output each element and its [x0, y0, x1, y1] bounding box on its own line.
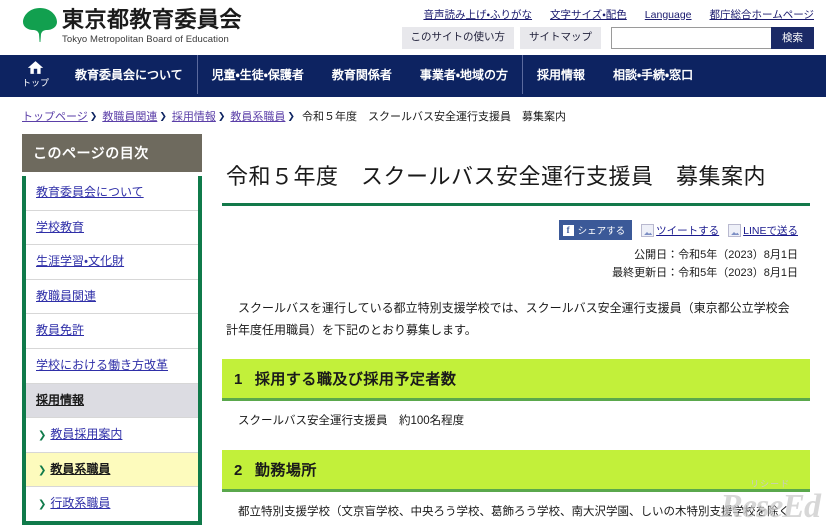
breadcrumb-separator-icon: ❯: [89, 110, 98, 121]
section-title: 採用する職及び採用予定者数: [254, 371, 457, 389]
sidebar-item-label[interactable]: 教育委員会について: [36, 185, 144, 199]
sidebar-item-label[interactable]: 学校における働き方改革: [36, 358, 168, 372]
updated-date: 最終更新日：令和5年（2023）8月1日: [612, 267, 798, 280]
sidebar-item-admin-staff[interactable]: ❯ 行政系職員: [26, 487, 198, 521]
sidebar-item-staff-related[interactable]: 教職員関連: [26, 279, 198, 315]
sidebar-item-work-style-reform[interactable]: 学校における働き方改革: [26, 348, 198, 384]
chevron-right-icon: ❯: [38, 499, 47, 511]
sidebar: このページの目次 教育委員会について 学校教育 生涯学習・文化財 教職員関連 教…: [22, 134, 202, 525]
how-to-use-button[interactable]: このサイトの使い方: [401, 27, 514, 49]
facebook-share-button[interactable]: f シェアする: [558, 220, 633, 241]
gnav-item-business[interactable]: 事業者・地域の方: [406, 55, 522, 94]
share-buttons: f シェアする ツイートする LINEで送る: [222, 220, 810, 241]
sidebar-menu: 教育委員会について 学校教育 生涯学習・文化財 教職員関連 教員免許 学校におけ…: [22, 176, 202, 525]
gnav-item-students[interactable]: 児童・生徒・保護者: [196, 55, 318, 94]
utility-link-metro-home[interactable]: 都庁総合ホームページ: [710, 7, 814, 22]
sidebar-item-teacher-staff[interactable]: ❯ 教員系職員: [26, 452, 198, 488]
section-heading-2: 2 勤務場所: [222, 449, 810, 492]
sitemap-button[interactable]: サイトマップ: [520, 27, 601, 49]
sidebar-item-label[interactable]: 行政系職員: [50, 496, 110, 510]
twitter-share-label: ツイートする: [656, 224, 720, 237]
content-layout: このページの目次 教育委員会について 学校教育 生涯学習・文化財 教職員関連 教…: [0, 134, 826, 525]
section-body-2: 都立特別支援学校（文京盲学校、中央ろう学校、葛飾ろう学校、南大沢学園、しいの木特…: [238, 505, 790, 518]
gnav-spacer: [707, 55, 826, 94]
line-share-button[interactable]: LINEで送る: [728, 223, 798, 238]
green-leaf-logo-icon: [22, 6, 58, 44]
sidebar-item-label[interactable]: 教員系職員: [50, 462, 110, 476]
main-content: 令和５年度 スクールバス安全運行支援員 募集案内 f シェアする ツイートする …: [202, 134, 810, 522]
logo-title-jp: 東京都教育委員会: [62, 7, 243, 32]
search-group: 検索: [611, 27, 814, 49]
section-number: 2: [234, 461, 243, 479]
gnav-item-consult[interactable]: 相談・手続・窓口: [599, 55, 707, 94]
section-body-1: スクールバス安全運行支援員 約100名程度: [238, 415, 465, 428]
site-header: 東京都教育委員会 Tokyo Metropolitan Board of Edu…: [0, 0, 826, 55]
chevron-right-icon: ❯: [38, 464, 47, 476]
home-icon: [27, 60, 44, 75]
gnav-item-about[interactable]: 教育委員会について: [61, 55, 197, 94]
utility-link-voice[interactable]: 音声読み上げ・ふりがな: [423, 7, 532, 22]
sidebar-heading: このページの目次: [22, 134, 202, 172]
utility-links: 音声読み上げ・ふりがな 文字サイズ・配色 Language 都庁総合ホームページ: [423, 7, 814, 22]
breadcrumb-separator-icon: ❯: [159, 110, 167, 121]
utility-actions: このサイトの使い方 サイトマップ 検索: [401, 27, 814, 49]
page-title: 令和５年度 スクールバス安全運行支援員 募集案内: [222, 149, 810, 206]
gnav-top-label: トップ: [22, 78, 50, 88]
gnav-item-recruit[interactable]: 採用情報: [521, 55, 599, 94]
utility-link-language[interactable]: Language: [645, 9, 692, 21]
sidebar-item-label[interactable]: 学校教育: [36, 220, 84, 234]
search-button[interactable]: 検索: [771, 27, 814, 49]
line-icon: [728, 223, 742, 237]
twitter-share-button[interactable]: ツイートする: [641, 223, 719, 238]
breadcrumb-link-recruit[interactable]: 採用情報: [172, 108, 216, 124]
sidebar-item-about[interactable]: 教育委員会について: [26, 176, 198, 211]
sidebar-item-label[interactable]: 教職員関連: [36, 289, 96, 303]
line-share-label: LINEで送る: [743, 224, 798, 237]
sidebar-item-school-education[interactable]: 学校教育: [26, 210, 198, 246]
search-input[interactable]: [611, 27, 771, 49]
facebook-share-label: シェアする: [577, 226, 626, 238]
sidebar-item-teacher-recruit-guide[interactable]: ❯ 教員採用案内: [26, 418, 198, 453]
twitter-icon: [641, 223, 655, 237]
breadcrumb-current: 令和５年度 スクールバス安全運行支援員 募集案内: [301, 111, 566, 123]
global-navigation: トップ 教育委員会について 児童・生徒・保護者 教育関係者 事業者・地域の方 採…: [0, 55, 826, 97]
logo-text-block: 東京都教育委員会 Tokyo Metropolitan Board of Edu…: [62, 6, 242, 45]
date-info: 公開日：令和5年（2023）8月1日 最終更新日：令和5年（2023）8月1日: [222, 247, 810, 282]
section-heading-1: 1 採用する職及び採用予定者数: [222, 359, 810, 402]
site-logo[interactable]: 東京都教育委員会 Tokyo Metropolitan Board of Edu…: [22, 6, 242, 45]
sidebar-item-teacher-license[interactable]: 教員免許: [26, 314, 198, 349]
breadcrumb: トップページ ❯ 教職員関連 ❯ 採用情報 ❯ 教員系職員 ❯ 令和５年度 スク…: [0, 97, 826, 134]
section-number: 1: [234, 371, 243, 389]
published-date: 公開日：令和5年（2023）8月1日: [634, 249, 798, 262]
section-title: 勤務場所: [254, 461, 317, 479]
breadcrumb-link-teacher-staff[interactable]: 教員系職員: [230, 108, 285, 124]
sidebar-item-label[interactable]: 教員採用案内: [50, 427, 122, 441]
page-root: 東京都教育委員会 Tokyo Metropolitan Board of Edu…: [0, 0, 826, 526]
sidebar-item-label[interactable]: 生涯学習・文化財: [36, 254, 124, 268]
breadcrumb-separator-icon: ❯: [217, 110, 226, 121]
sidebar-item-recruit-info[interactable]: 採用情報: [26, 383, 198, 419]
logo-title-en: Tokyo Metropolitan Board of Education: [62, 34, 229, 46]
facebook-icon: f: [562, 224, 574, 236]
chevron-right-icon: ❯: [38, 430, 47, 442]
breadcrumb-link-staff[interactable]: 教職員関連: [102, 108, 157, 124]
sidebar-item-lifelong-learning[interactable]: 生涯学習・文化財: [26, 245, 198, 280]
sidebar-item-label[interactable]: 教員免許: [36, 323, 84, 337]
gnav-item-top[interactable]: トップ: [0, 55, 61, 94]
sidebar-item-label[interactable]: 採用情報: [36, 393, 84, 407]
gnav-item-educators[interactable]: 教育関係者: [318, 55, 406, 94]
breadcrumb-link-top[interactable]: トップページ: [22, 108, 88, 124]
lead-paragraph: スクールバスを運行している都立特別支援学校では、スクールバス安全運行支援員（東京…: [226, 300, 790, 337]
breadcrumb-separator-icon: ❯: [287, 110, 295, 121]
utility-link-textsize[interactable]: 文字サイズ・配色: [550, 7, 627, 22]
